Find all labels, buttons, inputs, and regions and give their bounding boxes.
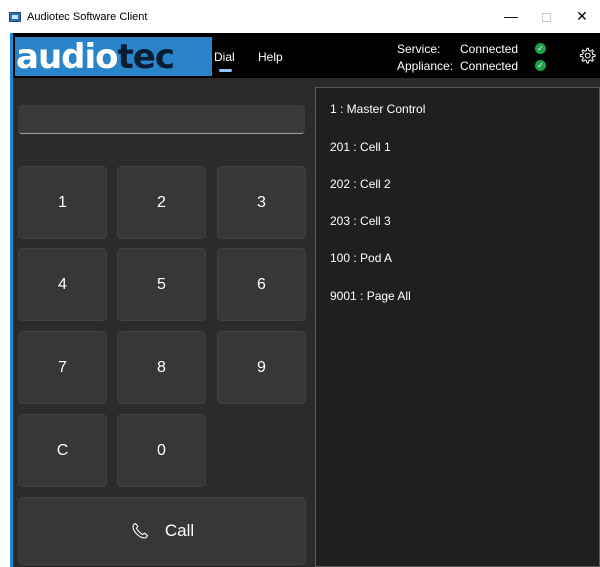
nav-tab-help[interactable]: Help xyxy=(258,50,283,64)
window-titlebar: Audiotec Software Client — ✕ xyxy=(0,0,600,33)
service-status-label: Service: xyxy=(397,41,441,56)
check-circle-icon: ✓ xyxy=(535,43,546,54)
appliance-status-value: Connected xyxy=(460,58,519,73)
service-status-value: Connected xyxy=(460,41,519,56)
dial-number-input[interactable] xyxy=(18,105,305,134)
keypad-key-6[interactable]: 6 xyxy=(217,248,306,321)
call-button[interactable]: Call xyxy=(18,497,306,565)
audiotec-logo: audiotec xyxy=(15,37,212,76)
window-title: Audiotec Software Client xyxy=(27,11,148,23)
keypad-key-4[interactable]: 4 xyxy=(18,248,107,321)
main-panel: 1 2 3 4 5 6 7 8 9 C 0 Call 1 : Master Co… xyxy=(13,78,600,567)
contact-item[interactable]: 1 : Master Control xyxy=(330,102,425,116)
app-icon xyxy=(9,12,21,22)
keypad-key-8[interactable]: 8 xyxy=(117,331,206,404)
appliance-status-row: Appliance: Connected ✓ xyxy=(397,57,546,74)
connection-status: Service: Connected ✓ Appliance: Connecte… xyxy=(397,40,546,74)
nav-tab-dial[interactable]: Dial xyxy=(214,50,235,64)
contact-item[interactable]: 9001 : Page All xyxy=(330,289,411,303)
keypad-key-3[interactable]: 3 xyxy=(217,166,306,239)
contact-item[interactable]: 100 : Pod A xyxy=(330,251,392,265)
contact-item[interactable]: 201 : Cell 1 xyxy=(330,140,391,154)
contact-item[interactable]: 202 : Cell 2 xyxy=(330,177,391,191)
maximize-icon xyxy=(541,12,551,22)
app-header: audiotec Dial Help Service: Connected ✓ … xyxy=(13,33,600,78)
contact-list[interactable]: 1 : Master Control 201 : Cell 1 202 : Ce… xyxy=(315,87,600,567)
maximize-button[interactable] xyxy=(531,5,561,27)
minimize-button[interactable]: — xyxy=(496,5,526,27)
logo-text: audiotec xyxy=(16,37,175,76)
call-button-label: Call xyxy=(164,521,195,540)
keypad-key-7[interactable]: 7 xyxy=(18,331,107,404)
service-status-row: Service: Connected ✓ xyxy=(397,40,546,57)
check-circle-icon: ✓ xyxy=(535,60,546,71)
contact-item[interactable]: 203 : Cell 3 xyxy=(330,214,391,228)
keypad-key-5[interactable]: 5 xyxy=(117,248,206,321)
appliance-status-label: Appliance: xyxy=(397,58,454,73)
keypad-key-0[interactable]: 0 xyxy=(117,414,206,487)
phone-icon xyxy=(132,522,148,539)
keypad-key-2[interactable]: 2 xyxy=(117,166,206,239)
gear-icon[interactable] xyxy=(576,45,598,67)
close-button[interactable]: ✕ xyxy=(567,5,597,27)
keypad-key-clear[interactable]: C xyxy=(18,414,107,487)
keypad-key-1[interactable]: 1 xyxy=(18,166,107,239)
keypad-key-9[interactable]: 9 xyxy=(217,331,306,404)
nav-active-indicator xyxy=(219,69,232,72)
